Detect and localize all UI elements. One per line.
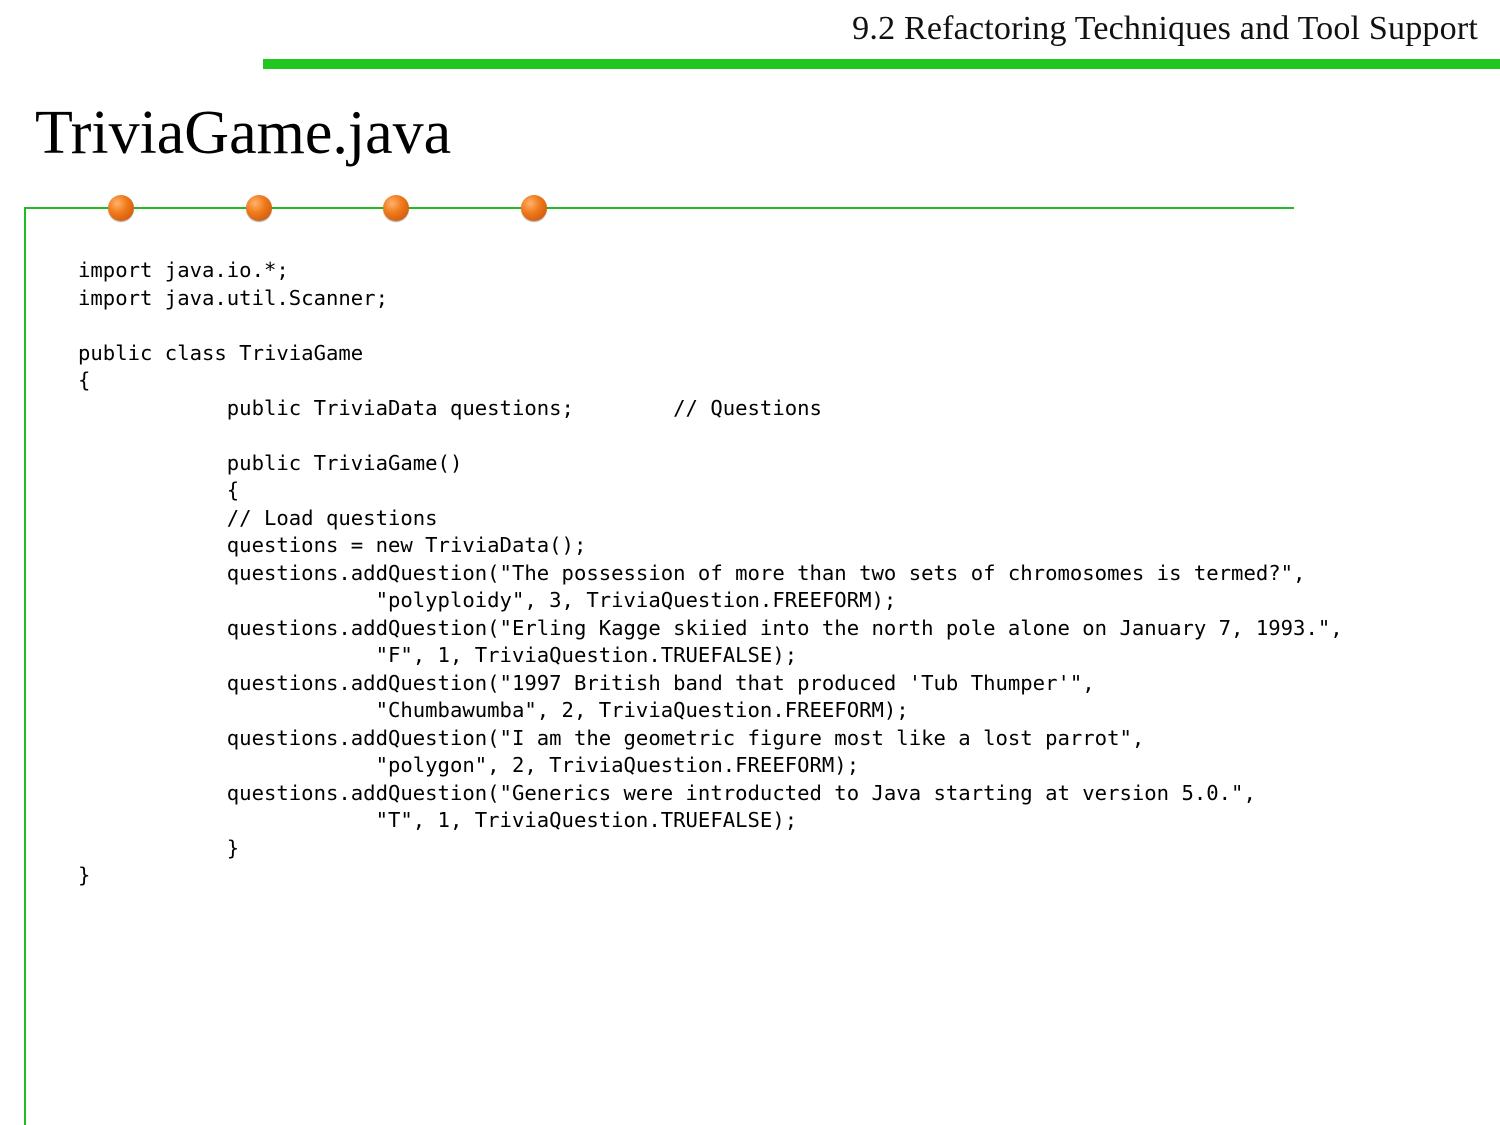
code-line: "Chumbawumba", 2, TriviaQuestion.FREEFOR… xyxy=(78,698,909,722)
slide: 9.2 Refactoring Techniques and Tool Supp… xyxy=(0,0,1500,1125)
code-line: "polygon", 2, TriviaQuestion.FREEFORM); xyxy=(78,753,860,777)
code-line: questions.addQuestion("Generics were int… xyxy=(78,780,1256,805)
code-line: questions.addQuestion("1997 British band… xyxy=(78,670,1095,695)
code-line: public TriviaData questions; // Question… xyxy=(78,395,822,420)
frame-left-rule xyxy=(24,207,26,1125)
slide-title: TriviaGame.java xyxy=(35,99,452,167)
code-line: questions.addQuestion("I am the geometri… xyxy=(78,725,1145,750)
code-block: import java.io.*; import java.util.Scanne… xyxy=(78,257,1343,890)
section-header: 9.2 Refactoring Techniques and Tool Supp… xyxy=(852,10,1478,47)
code-line: "T", 1, TriviaQuestion.TRUEFALSE); xyxy=(78,808,798,832)
code-line: } xyxy=(78,835,240,860)
code-line: questions.addQuestion("Erling Kagge skii… xyxy=(78,615,1343,640)
code-line: } xyxy=(78,863,91,887)
code-line: import java.io.*; xyxy=(78,258,289,282)
bullet-dot-icon xyxy=(383,195,409,221)
code-line: public TriviaGame() xyxy=(78,450,463,475)
code-line: "F", 1, TriviaQuestion.TRUEFALSE); xyxy=(78,643,798,667)
code-line: questions.addQuestion("The possession of… xyxy=(78,560,1306,585)
code-line: { xyxy=(78,368,91,392)
bullet-dot-icon xyxy=(246,195,272,221)
frame-top-rule xyxy=(24,207,1294,209)
code-line: import java.util.Scanner; xyxy=(78,285,388,310)
code-line: // Load questions xyxy=(78,505,438,530)
header-accent-bar xyxy=(263,59,1500,69)
code-line: questions = new TriviaData(); xyxy=(78,533,587,557)
code-line: "polyploidy", 3, TriviaQuestion.FREEFORM… xyxy=(78,588,897,612)
bullet-dot-icon xyxy=(521,195,547,221)
code-line: public class TriviaGame xyxy=(78,340,364,365)
code-line: { xyxy=(78,478,240,502)
bullet-dot-icon xyxy=(108,195,134,221)
